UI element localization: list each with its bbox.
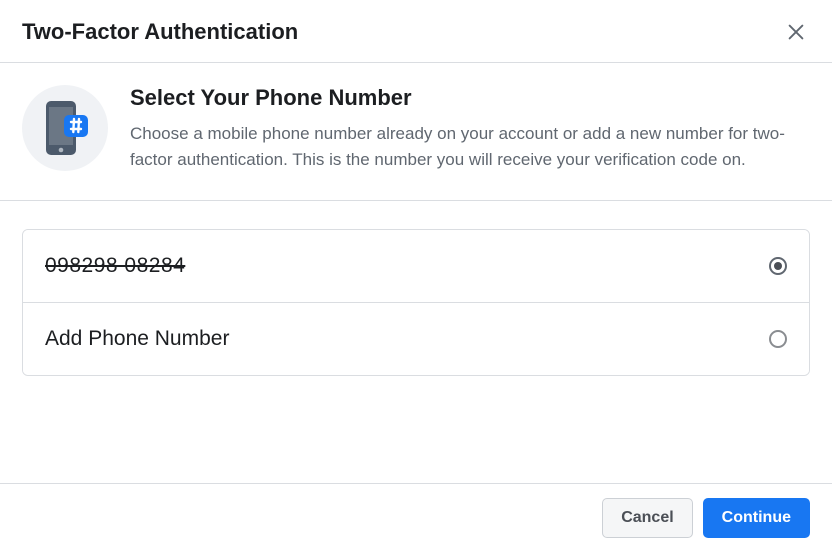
intro-description: Choose a mobile phone number already on …: [130, 121, 810, 172]
phone-option-label: Add Phone Number: [45, 327, 229, 351]
continue-button[interactable]: Continue: [703, 498, 810, 538]
radio-unselected-icon: [769, 330, 787, 348]
options-container: 098298 08284 Add Phone Number: [0, 201, 832, 376]
radio-selected-icon: [769, 257, 787, 275]
phone-option-add[interactable]: Add Phone Number: [23, 302, 809, 375]
close-icon: [785, 21, 807, 43]
two-factor-dialog: Two-Factor Authentication: [0, 0, 832, 554]
close-button[interactable]: [782, 18, 810, 46]
dialog-footer: Cancel Continue: [0, 483, 832, 554]
cancel-button[interactable]: Cancel: [602, 498, 692, 538]
phone-hash-icon: [40, 99, 90, 157]
phone-options-list: 098298 08284 Add Phone Number: [22, 229, 810, 376]
intro-section: Select Your Phone Number Choose a mobile…: [0, 63, 832, 201]
dialog-title: Two-Factor Authentication: [22, 19, 298, 45]
dialog-header: Two-Factor Authentication: [0, 0, 832, 63]
phone-option-existing[interactable]: 098298 08284: [23, 230, 809, 302]
intro-heading: Select Your Phone Number: [130, 85, 810, 111]
phone-icon-circle: [22, 85, 108, 171]
phone-option-label: 098298 08284: [45, 254, 185, 278]
intro-text: Select Your Phone Number Choose a mobile…: [130, 85, 810, 172]
